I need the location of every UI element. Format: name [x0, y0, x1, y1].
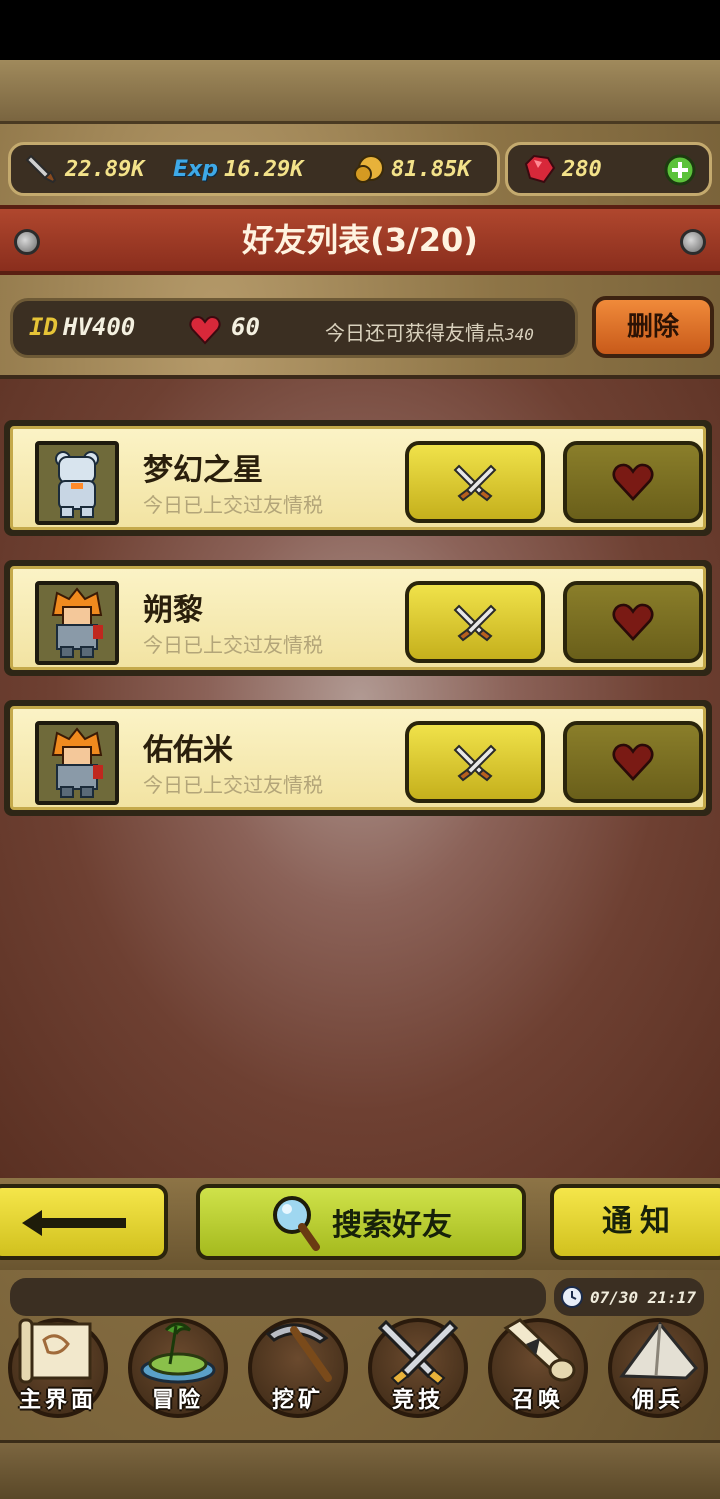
challenge-button[interactable]	[405, 441, 545, 523]
account-bar: ID HV400 60 今日还可获得友情点340	[10, 298, 578, 358]
nav-summon[interactable]: 召唤	[482, 1312, 594, 1424]
exp-value: 16.29K	[223, 156, 304, 182]
gem-value: 280	[562, 156, 602, 182]
friend-row: 朔黎 今日已上交过友情税	[4, 560, 712, 676]
nav-mercenary-label: 佣兵	[631, 1388, 684, 1413]
bear-avatar-image	[39, 445, 115, 521]
gold-value: 81.85K	[391, 156, 471, 182]
today-points-label: 今日还可获得友情点	[325, 321, 505, 345]
resource-bar: 22.89K Exp 16.29K 81.85K	[8, 142, 500, 196]
action-bar: 搜索好友 通知	[0, 1178, 720, 1270]
warrior-avatar-image	[39, 585, 115, 661]
today-points-info: 今日还可获得友情点340	[325, 317, 534, 346]
friend-name: 梦幻之星	[143, 453, 263, 488]
warrior-avatar[interactable]	[35, 581, 119, 665]
crossed-swords-icon	[453, 464, 497, 502]
frame-bottom-border	[0, 1440, 720, 1499]
friend-name: 佑佑米	[143, 733, 233, 768]
friend-card: 佑佑米 今日已上交过友情税	[10, 706, 706, 810]
challenge-button[interactable]	[405, 721, 545, 803]
challenge-button[interactable]	[405, 581, 545, 663]
send-heart-button[interactable]	[563, 581, 703, 663]
page-title: 好友列表(3/20)	[242, 221, 478, 259]
status-bar	[0, 0, 720, 60]
tent-icon	[619, 1321, 699, 1380]
gem-bar: 280	[505, 142, 712, 196]
frame-top-border	[0, 60, 720, 124]
nav-main-label: 主界面	[18, 1388, 97, 1413]
exp-icon: Exp	[173, 156, 218, 182]
crossed-swords-icon	[377, 1319, 459, 1386]
crossed-swords-icon	[453, 604, 497, 642]
map-scroll-icon	[18, 1318, 92, 1384]
send-heart-button[interactable]	[563, 721, 703, 803]
friend-status: 今日已上交过友情税	[143, 773, 323, 797]
gold-resource: 81.85K	[351, 145, 470, 193]
pickaxe-icon	[265, 1323, 332, 1382]
title-banner: 好友列表(3/20)	[0, 205, 720, 275]
arrow-left-icon	[22, 1210, 126, 1236]
back-button[interactable]	[0, 1184, 168, 1260]
id-label: ID	[29, 313, 58, 341]
warrior-avatar-image	[39, 725, 115, 801]
notifications-button[interactable]: 通知	[550, 1184, 720, 1260]
summon-scroll-icon	[503, 1318, 576, 1382]
friend-card: 梦幻之星 今日已上交过友情税	[10, 426, 706, 530]
friend-card: 朔黎 今日已上交过友情税	[10, 566, 706, 670]
bolt-right-icon	[680, 229, 706, 255]
nav-mining[interactable]: 挖矿	[242, 1312, 354, 1424]
gem-resource: 280	[522, 145, 602, 193]
send-heart-button[interactable]	[563, 441, 703, 523]
nav-adventure-label: 冒险	[151, 1388, 204, 1413]
friend-status: 今日已上交过友情税	[143, 633, 323, 657]
search-friends-label: 搜索好友	[332, 1208, 452, 1243]
friend-row: 佑佑米 今日已上交过友情税	[4, 700, 712, 816]
nav-mercenary[interactable]: 佣兵	[602, 1312, 714, 1424]
bottom-nav: 主界面 冒险 挖矿 竞技 召唤 佣兵	[0, 1300, 720, 1440]
heart-icon	[612, 603, 654, 641]
warrior-avatar[interactable]	[35, 721, 119, 805]
ruby-icon	[524, 154, 556, 184]
crossed-swords-icon	[453, 744, 497, 782]
search-friends-button[interactable]: 搜索好友	[196, 1184, 526, 1260]
friend-row: 梦幻之星 今日已上交过友情税	[4, 420, 712, 536]
island-icon	[140, 1322, 216, 1384]
heart-icon	[189, 315, 221, 345]
friend-status: 今日已上交过友情税	[143, 493, 323, 517]
today-points-value: 340	[505, 325, 534, 344]
gold-coin-icon	[354, 155, 384, 183]
friend-name: 朔黎	[143, 593, 203, 628]
sword-icon	[25, 154, 57, 184]
nav-arena[interactable]: 竞技	[362, 1312, 474, 1424]
nav-arena-label: 竞技	[391, 1388, 444, 1413]
bear-avatar[interactable]	[35, 441, 119, 525]
nav-main[interactable]: 主界面	[2, 1312, 114, 1424]
heart-icon	[612, 743, 654, 781]
attack-resource: 22.89K	[25, 145, 144, 193]
attack-value: 22.89K	[65, 156, 145, 182]
nav-adventure[interactable]: 冒险	[122, 1312, 234, 1424]
id-value: HV400	[63, 313, 136, 341]
add-gems-icon[interactable]	[664, 154, 696, 186]
exp-resource: Exp 16.29K	[173, 145, 303, 193]
magnifier-icon	[273, 1196, 320, 1251]
delete-button[interactable]: 删除	[592, 296, 714, 358]
nav-summon-label: 召唤	[511, 1388, 564, 1413]
nav-mining-label: 挖矿	[271, 1388, 324, 1413]
heart-icon	[612, 463, 654, 501]
friend-points-value: 60	[231, 313, 260, 341]
